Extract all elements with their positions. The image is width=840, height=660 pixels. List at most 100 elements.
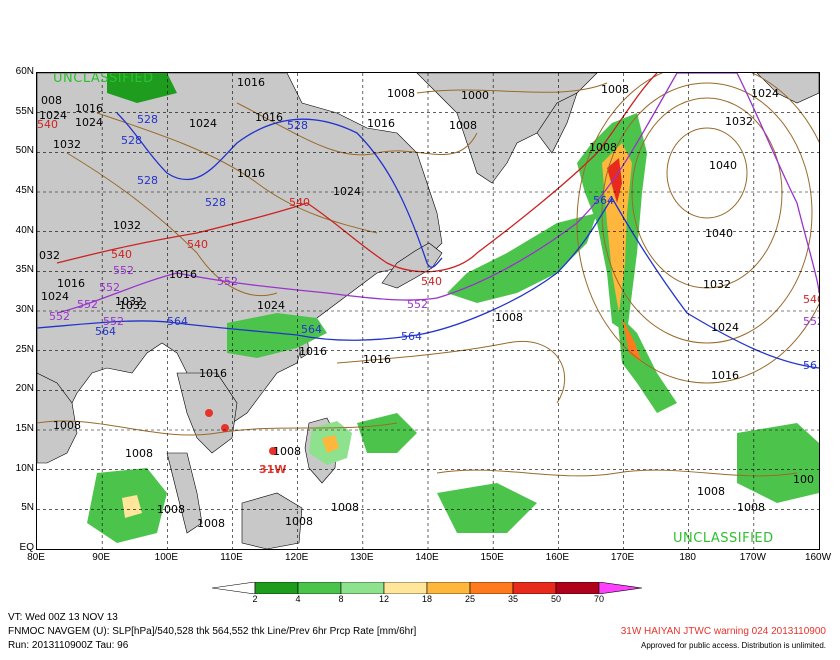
longitude-label: 160E: [545, 552, 570, 563]
colorbar-start-arrow: [212, 582, 256, 594]
slp-label: 1040: [705, 227, 733, 240]
latitude-label: 20N: [15, 383, 34, 395]
slp-label: 1032: [115, 295, 143, 308]
colorbar-segment: [383, 582, 428, 594]
longitude-label: 110E: [220, 552, 243, 563]
slp-label: 1008: [601, 83, 629, 96]
slp-label: 1024: [711, 321, 739, 334]
thk-540-label: 540: [803, 293, 819, 306]
slp-label: 1016: [299, 345, 327, 358]
colorbar-segment: [297, 582, 342, 594]
slp-label: 1032: [53, 138, 81, 151]
philippine-sea-precip: [357, 413, 417, 453]
colorbar-tick-label: 8: [338, 594, 344, 604]
longitude-label: 80E: [27, 552, 45, 563]
colorbar-segment: [254, 582, 299, 594]
latitude-label: 55N: [15, 105, 34, 117]
precip-colorbar: [212, 582, 642, 594]
model-description: FNMOC NAVGEM (U): SLP[hPa]/540,528 thk 5…: [8, 626, 417, 637]
latitude-label: 5N: [21, 502, 34, 514]
classification-stamp-top: UNCLASSIFIED: [53, 72, 154, 86]
slp-label: 1032: [725, 115, 753, 128]
thk-540-label: 540: [421, 275, 442, 288]
latitude-label: 35N: [15, 264, 34, 276]
thk-552-label: 552: [49, 310, 70, 323]
slp-label: 1024: [751, 87, 779, 100]
colorbar-tick-label: 25: [464, 594, 476, 604]
thk-552-label: 552: [99, 281, 120, 294]
latitude-label: 40N: [15, 224, 34, 236]
slp-label: 1016: [237, 76, 265, 89]
high-center-1040: [666, 127, 748, 219]
thk-564-label: 564: [95, 325, 116, 338]
thk-528-label: 528: [137, 113, 158, 126]
thk-528-label: 528: [287, 119, 308, 132]
slp-label: 1016: [367, 117, 395, 130]
slp-label: 100: [793, 473, 814, 486]
colorbar-tick-label: 50: [550, 594, 562, 604]
longitude-label: 170E: [610, 552, 635, 563]
jtwc-warning: 31W HAIYAN JTWC warning 024 2013110900: [620, 626, 826, 637]
slp-label: 1008: [449, 119, 477, 132]
weather-map: 528 528 528 528 528 540 540 540 540 540 …: [37, 73, 819, 549]
longitude-label: 180: [679, 552, 696, 563]
longitude-label: 140E: [415, 552, 439, 563]
longitude-label: 170W: [739, 552, 766, 563]
slp-label: 1024: [39, 109, 67, 122]
slp-label: 1016: [711, 369, 739, 382]
thk-528-label: 528: [121, 134, 142, 147]
slp-label: 1040: [709, 159, 737, 172]
classification-stamp-bottom: UNCLASSIFIED: [673, 531, 774, 546]
slp-label: 1024: [333, 185, 361, 198]
longitude-label: 90E: [92, 552, 111, 563]
slp-label: 1016: [237, 167, 265, 180]
latitude-label: 30N: [15, 304, 34, 315]
thk-540-label: 540: [111, 248, 132, 261]
latitude-label: 10N: [15, 462, 34, 474]
slp-label: 1008: [737, 501, 765, 514]
thk-552-label: 552: [217, 275, 238, 288]
thk-552-label: 552: [113, 264, 134, 277]
siberia-landmass: [416, 73, 598, 184]
thk-552-label: 552: [77, 298, 98, 311]
latitude-label: 45N: [15, 185, 34, 196]
colorbar-segment: [598, 582, 642, 594]
slp-label: 1008: [285, 515, 313, 528]
thk-540-label: 540: [289, 196, 310, 209]
slp-label: 1016: [57, 277, 85, 290]
high-ring-1032: [631, 97, 783, 289]
latitude-label: 50N: [15, 145, 34, 157]
colorbar-tick-label: 70: [593, 594, 605, 604]
slp-label: 1016: [169, 268, 197, 281]
slp-label: 1016: [199, 367, 227, 380]
colorbar-segment: [555, 582, 600, 594]
colorbar-tick-label: 35: [507, 594, 519, 604]
slp-label: 1000: [461, 89, 489, 102]
longitude-label: 100E: [154, 552, 179, 563]
longitude-label: 120E: [284, 552, 309, 563]
longitude-label: 130E: [350, 552, 374, 563]
thk-564-label: 564: [301, 323, 322, 336]
slp-label: 1008: [125, 447, 153, 460]
valid-time: VT: Wed 00Z 13 NOV 13: [8, 612, 118, 623]
colorbar-segment: [512, 582, 557, 594]
thk-552-label: 552: [407, 298, 428, 311]
front-tail: [447, 213, 597, 303]
thk-564-label: 564: [167, 315, 188, 328]
colorbar-segment: [340, 582, 385, 594]
slp-label: 1024: [257, 299, 285, 312]
typhoon-position-2: [221, 424, 229, 432]
slp-label: 1008: [495, 311, 523, 324]
approval-notice: Approved for public access. Distribution…: [641, 641, 826, 650]
colorbar-tick-label: 4: [295, 594, 301, 604]
slp-label: 1008: [197, 517, 225, 530]
slp-label: 1024: [41, 290, 69, 303]
latitude-label: 15N: [15, 423, 34, 434]
slp-label: 1008: [697, 485, 725, 498]
slp-label: 1032: [703, 278, 731, 291]
longitude-label: 160W: [804, 552, 832, 563]
thk-528-label: 528: [137, 174, 158, 187]
slp-label: 1032: [113, 219, 141, 232]
slp-label: 1016: [363, 353, 391, 366]
thk-564-label: 564: [593, 194, 614, 207]
